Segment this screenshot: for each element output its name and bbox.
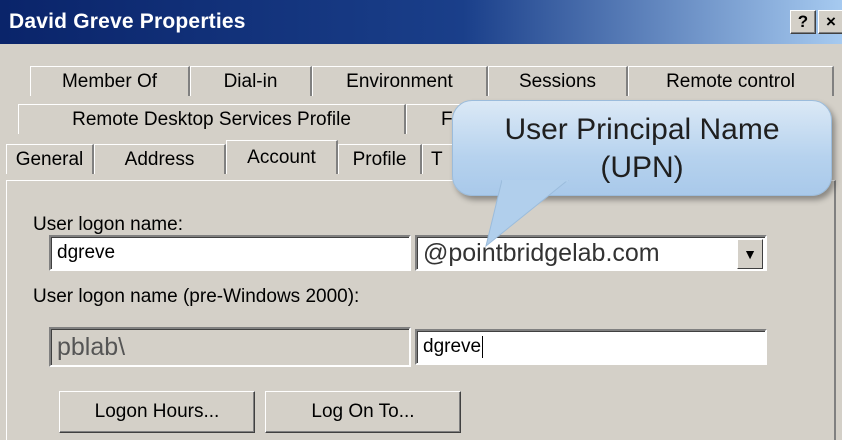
- upn-suffix-select[interactable]: @pointbridgelab.com ▼: [415, 235, 767, 271]
- help-button[interactable]: ?: [790, 10, 816, 34]
- tab-account[interactable]: Account: [226, 140, 338, 174]
- tab-profile[interactable]: Profile: [338, 144, 422, 174]
- chevron-down-icon[interactable]: ▼: [737, 239, 763, 269]
- log-on-to-label: Log On To...: [311, 401, 415, 422]
- domain-value: pblab\: [57, 332, 126, 361]
- tab-remote-desktop-services-profile[interactable]: Remote Desktop Services Profile: [18, 104, 406, 134]
- logon-name-value: dgreve: [57, 242, 116, 263]
- tab-address[interactable]: Address: [94, 144, 226, 174]
- tab-remote-control[interactable]: Remote control: [628, 66, 834, 96]
- logon-name-label: User logon name:: [33, 214, 183, 235]
- tab-environment[interactable]: Environment: [312, 66, 488, 96]
- account-panel: User logon name: dgreve @pointbridgelab.…: [6, 180, 836, 440]
- callout-pointer: [485, 180, 569, 248]
- pre2000-logon-input[interactable]: dgreve: [415, 329, 767, 365]
- title-bar: David Greve Properties ? ×: [0, 0, 842, 44]
- tab-general[interactable]: General: [6, 144, 94, 174]
- logon-hours-label: Logon Hours...: [94, 401, 220, 422]
- logon-name-input[interactable]: dgreve: [49, 235, 411, 271]
- text-cursor: [482, 336, 484, 358]
- close-button[interactable]: ×: [818, 10, 842, 34]
- log-on-to-button[interactable]: Log On To...: [265, 391, 461, 433]
- callout-title: User Principal Name: [504, 113, 780, 146]
- pre2000-logon-value: dgreve: [423, 336, 482, 357]
- window-title: David Greve Properties: [9, 10, 246, 33]
- close-icon: ×: [826, 12, 836, 31]
- domain-field: pblab\: [49, 327, 411, 367]
- tab-member-of[interactable]: Member Of: [30, 66, 190, 96]
- help-icon: ?: [797, 12, 809, 31]
- pre2000-label: User logon name (pre-Windows 2000):: [33, 286, 360, 307]
- tab-dial-in[interactable]: Dial-in: [190, 66, 312, 96]
- tab-sessions[interactable]: Sessions: [488, 66, 628, 96]
- logon-hours-button[interactable]: Logon Hours...: [59, 391, 255, 433]
